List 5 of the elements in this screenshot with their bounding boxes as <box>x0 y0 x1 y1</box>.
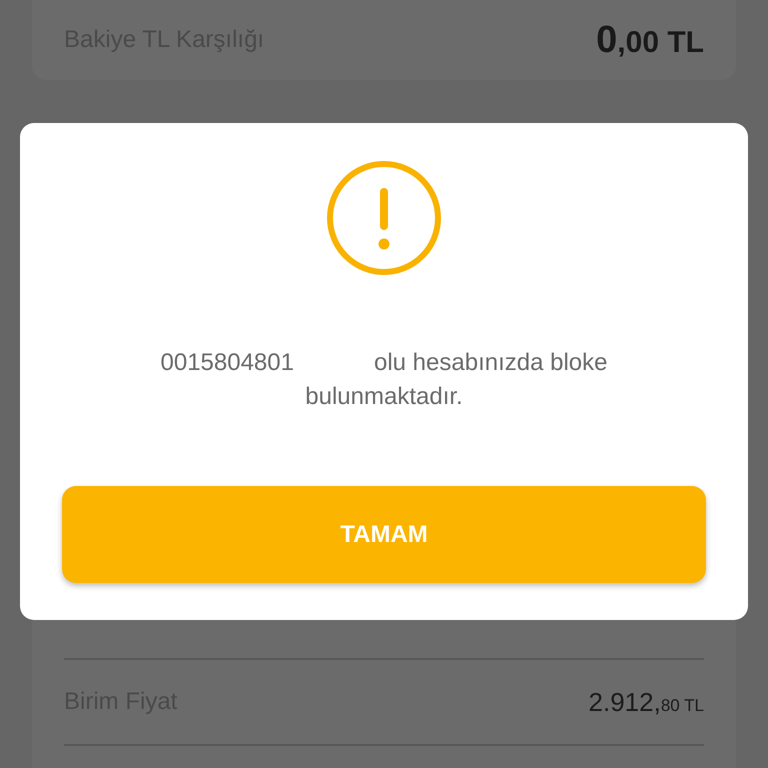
warning-icon <box>326 160 442 276</box>
price-value: 2.912,80 TL <box>588 686 704 718</box>
ok-button[interactable]: TAMAM <box>62 486 706 583</box>
alert-message: 0015804801 olu hesabınızda bloke bulunmaktadır. <box>160 348 608 412</box>
balance-value: 0,00 TL <box>596 18 704 62</box>
